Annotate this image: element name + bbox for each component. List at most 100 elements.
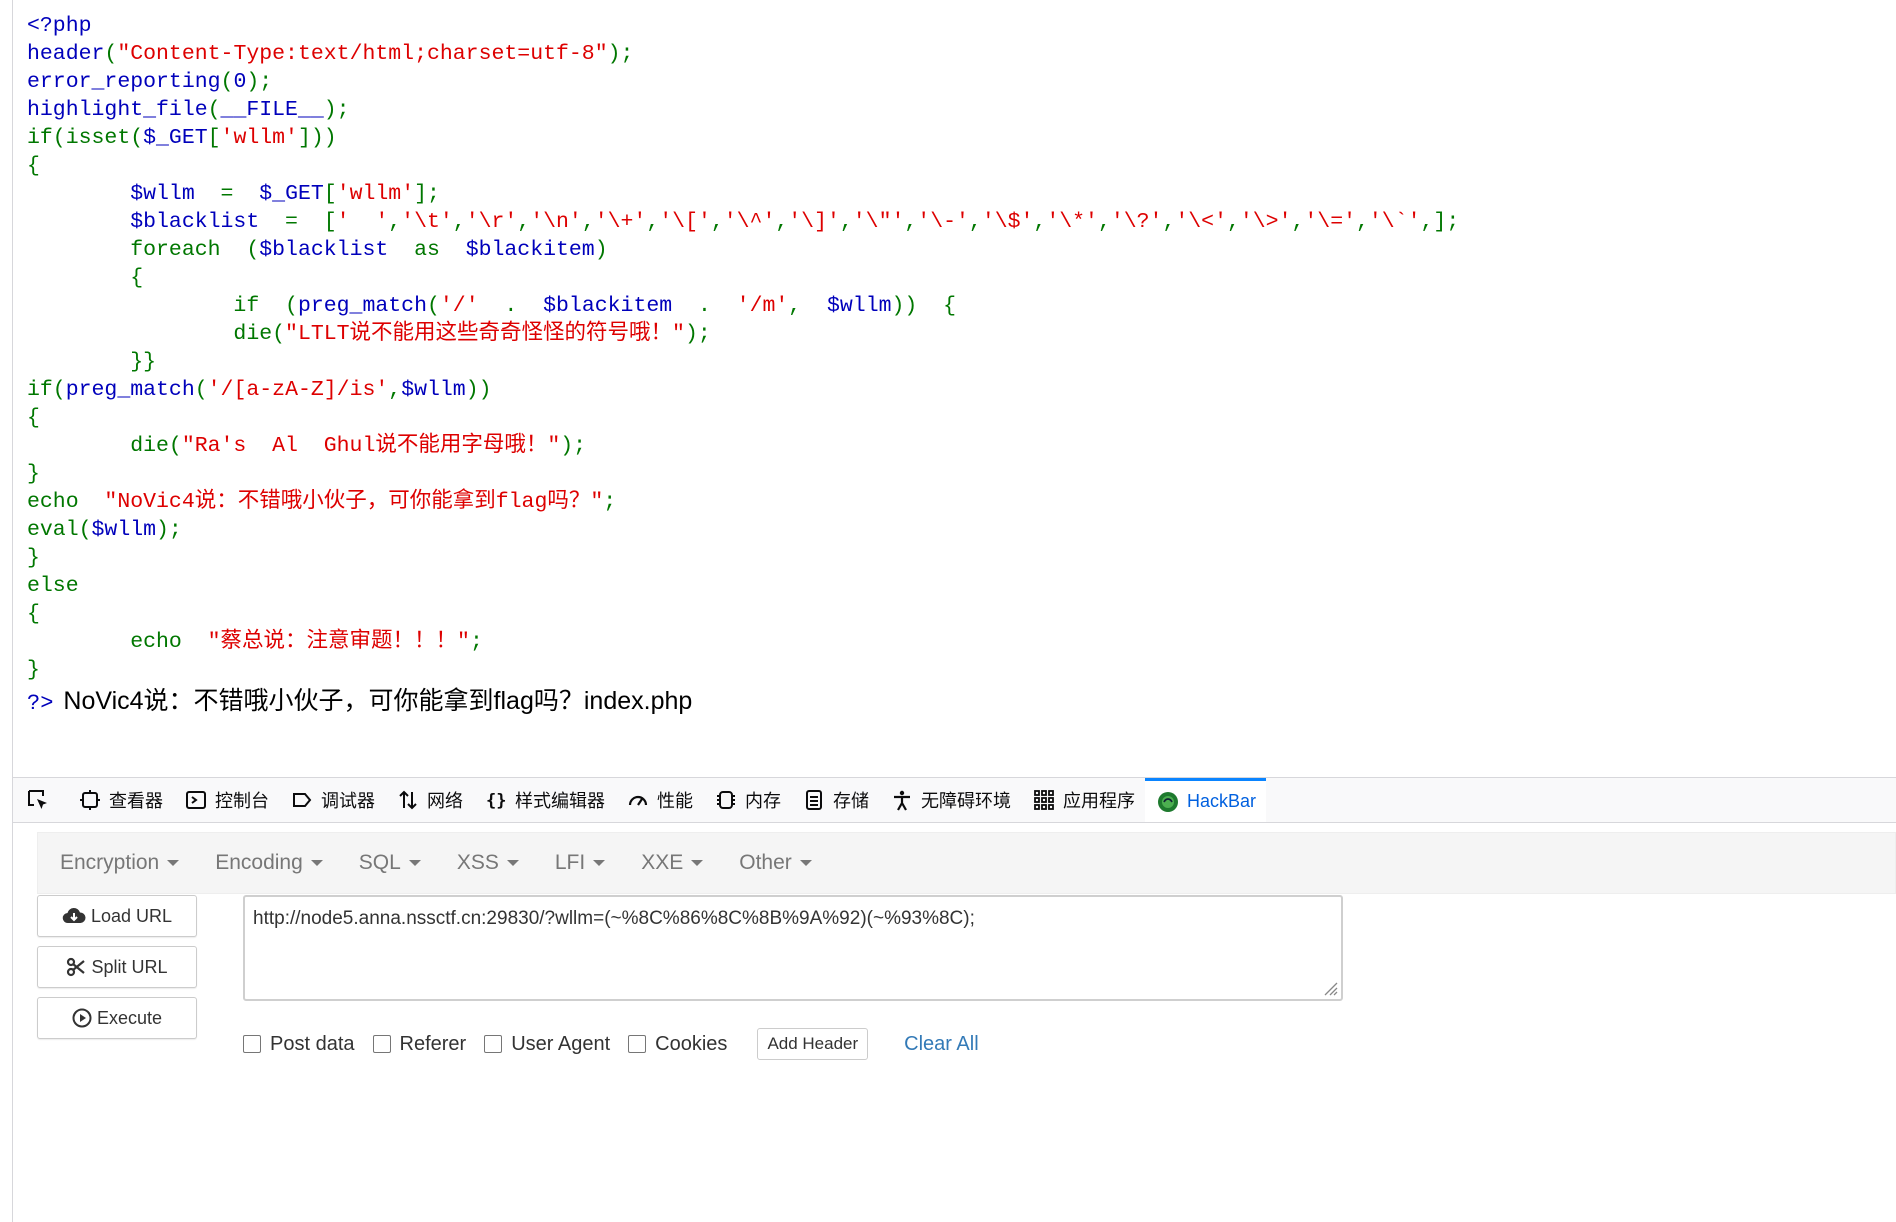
code-token: if(isset(: [27, 126, 144, 150]
code-token: );: [246, 70, 273, 94]
code-token: '/m': [736, 294, 789, 318]
code-token: ,: [788, 294, 827, 318]
menu-other[interactable]: Other: [725, 851, 826, 875]
menu-lfi[interactable]: LFI: [541, 851, 619, 875]
code-token: '/': [439, 294, 505, 318]
code-token: {: [27, 406, 40, 430]
code-token: }}: [27, 350, 157, 374]
code-token: die(: [27, 322, 286, 346]
code-token: echo: [27, 490, 105, 514]
menu-encryption[interactable]: Encryption: [46, 851, 193, 875]
code-token: ;: [469, 630, 483, 654]
execute-label: Execute: [96, 1007, 163, 1028]
code-token: die(: [27, 434, 182, 458]
code-token: echo: [27, 630, 208, 654]
tab-application[interactable]: 应用程序: [1021, 778, 1145, 822]
tab-accessibility[interactable]: 无障碍环境: [879, 778, 1021, 822]
code-token: ,: [839, 210, 853, 234]
code-token: )): [465, 378, 492, 402]
option-user-agent[interactable]: User Agent: [484, 1033, 610, 1056]
code-line: if(preg_match('/[a-zA-Z]/is',$wllm)): [27, 376, 1459, 404]
resize-handle-icon[interactable]: [1320, 978, 1338, 996]
caret-down-icon: [167, 860, 180, 866]
menu-xss[interactable]: XSS: [443, 851, 533, 875]
option-cookies[interactable]: Cookies: [628, 1033, 727, 1056]
caret-down-icon: [799, 860, 812, 866]
checkbox[interactable]: [372, 1035, 391, 1053]
tab-console[interactable]: 控制台: [173, 778, 279, 822]
code-token: $wllm: [401, 378, 466, 402]
load-url-button[interactable]: Load URL: [37, 895, 197, 937]
checkbox[interactable]: [484, 1035, 503, 1053]
caret-down-icon: [593, 860, 606, 866]
code-token: ,: [1162, 210, 1176, 234]
devtools-tabbar: 查看器 控制台 调试器 网络 {} 样式编辑器 性能 内存 存储 无障碍环境 应用程序 HackBar: [13, 778, 1896, 823]
split-url-button[interactable]: Split URL: [37, 946, 197, 988]
code-token: (: [104, 42, 118, 66]
tab-label: 性能: [657, 791, 693, 811]
checkbox[interactable]: [243, 1035, 261, 1053]
code-token: '\?': [1110, 210, 1163, 234]
page-output-text: NoVic4说：不错哦小伙子，可你能拿到flag吗？index.php: [63, 687, 693, 715]
code-token: $wllm: [91, 518, 157, 542]
tab-label: 网络: [427, 791, 463, 811]
menu-sql[interactable]: SQL: [345, 851, 435, 875]
element-picker-button[interactable]: [13, 778, 67, 822]
code-token: );: [607, 42, 634, 66]
code-line: highlight_file(__FILE__);: [27, 96, 1459, 124]
php-close-tag: ?>: [27, 691, 54, 716]
option-referer[interactable]: Referer: [372, 1033, 466, 1056]
url-value: http://node5.anna.nssctf.cn:29830/?wllm=…: [253, 908, 975, 929]
code-token: 'wllm': [336, 182, 415, 206]
code-line: $wllm = $_GET['wllm'];: [27, 180, 1459, 208]
code-token: if(: [27, 378, 66, 402]
tab-label: 查看器: [109, 791, 163, 811]
code-token: ,: [388, 210, 402, 234]
code-token: '\r': [465, 210, 518, 234]
code-line: }: [27, 656, 1459, 684]
tab-network[interactable]: 网络: [385, 778, 473, 822]
tab-label: 无障碍环境: [921, 791, 1011, 811]
tab-debugger[interactable]: 调试器: [279, 778, 385, 822]
storage-icon: [801, 787, 827, 813]
tab-label: HackBar: [1187, 791, 1257, 811]
option-label: Cookies: [655, 1032, 728, 1055]
code-token: ,: [517, 210, 531, 234]
tab-label: 样式编辑器: [515, 791, 605, 811]
menu-encoding[interactable]: Encoding: [201, 851, 337, 875]
code-token: $blacklist: [259, 238, 415, 262]
code-token: }: [27, 462, 40, 486]
option-post-data[interactable]: Post data: [243, 1033, 355, 1056]
clear-all-link[interactable]: Clear All: [904, 1033, 978, 1056]
code-token: as: [414, 238, 466, 262]
tab-performance[interactable]: 性能: [615, 778, 703, 822]
tab-storage[interactable]: 存储: [791, 778, 879, 822]
checkbox[interactable]: [628, 1035, 647, 1053]
code-token: '\<': [1175, 210, 1227, 234]
tab-label: 应用程序: [1063, 791, 1135, 811]
code-line: die("Ra's Al Ghul说不能用字母哦！");: [27, 432, 1459, 460]
code-line: foreach ($blacklist as $blackitem): [27, 236, 1459, 264]
tab-label: 控制台: [215, 791, 269, 811]
code-line: {: [27, 264, 1459, 292]
add-header-button[interactable]: Add Header: [757, 1028, 869, 1060]
option-label: Post data: [270, 1032, 355, 1055]
tab-memory[interactable]: 内存: [703, 778, 791, 822]
svg-text:{}: {}: [486, 791, 506, 811]
performance-icon: [625, 787, 651, 813]
code-token: }: [27, 658, 40, 682]
code-token: ,: [904, 210, 918, 234]
tab-style-editor[interactable]: {} 样式编辑器: [473, 778, 615, 822]
execute-button[interactable]: Execute: [37, 997, 197, 1039]
code-token: $wllm: [27, 182, 221, 206]
code-token: 'wllm': [220, 126, 298, 150]
code-token: '\$': [981, 210, 1034, 234]
code-token: ];: [414, 182, 440, 206]
tab-inspector[interactable]: 查看器: [67, 778, 173, 822]
url-textarea[interactable]: http://node5.anna.nssctf.cn:29830/?wllm=…: [243, 895, 1343, 1001]
code-token: "Ra's Al Ghul说不能用字母哦！": [181, 434, 561, 458]
code-token: '\^': [723, 210, 776, 234]
play-circle-icon: [72, 1008, 92, 1028]
menu-xxe[interactable]: XXE: [627, 851, 717, 875]
tab-hackbar[interactable]: HackBar: [1145, 778, 1267, 822]
